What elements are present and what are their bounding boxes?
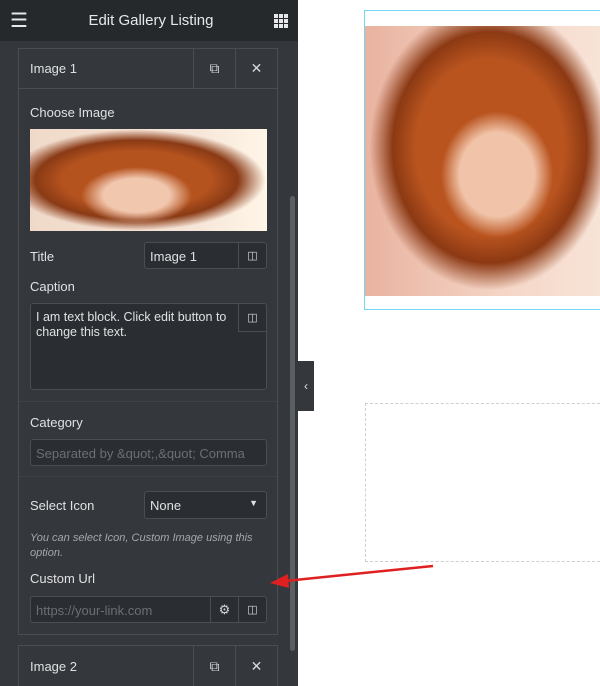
annotation-arrow: [270, 564, 434, 588]
